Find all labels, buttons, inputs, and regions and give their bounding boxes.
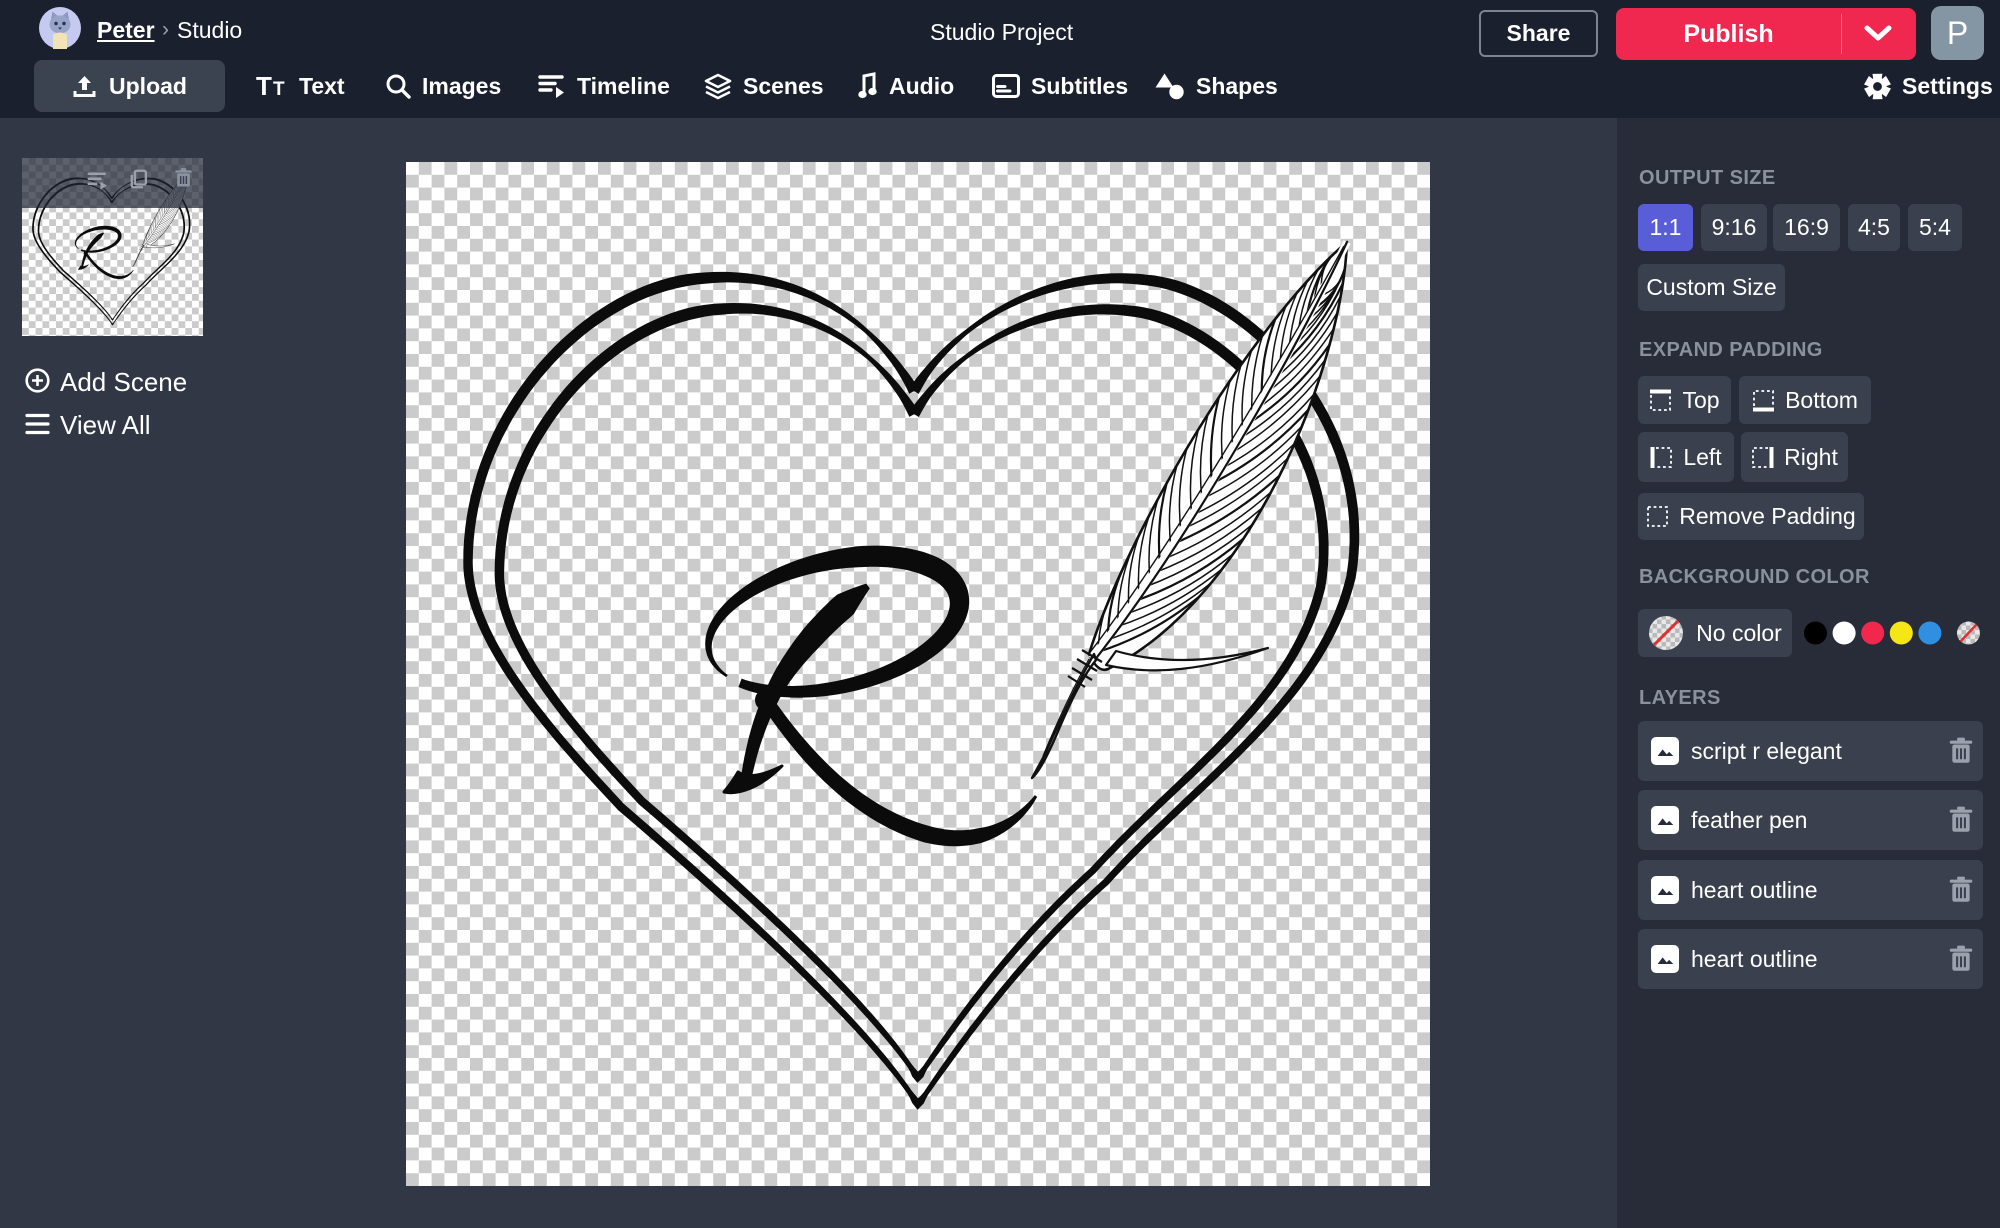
svg-text:T: T [273, 79, 285, 99]
svg-text:T: T [256, 73, 272, 99]
